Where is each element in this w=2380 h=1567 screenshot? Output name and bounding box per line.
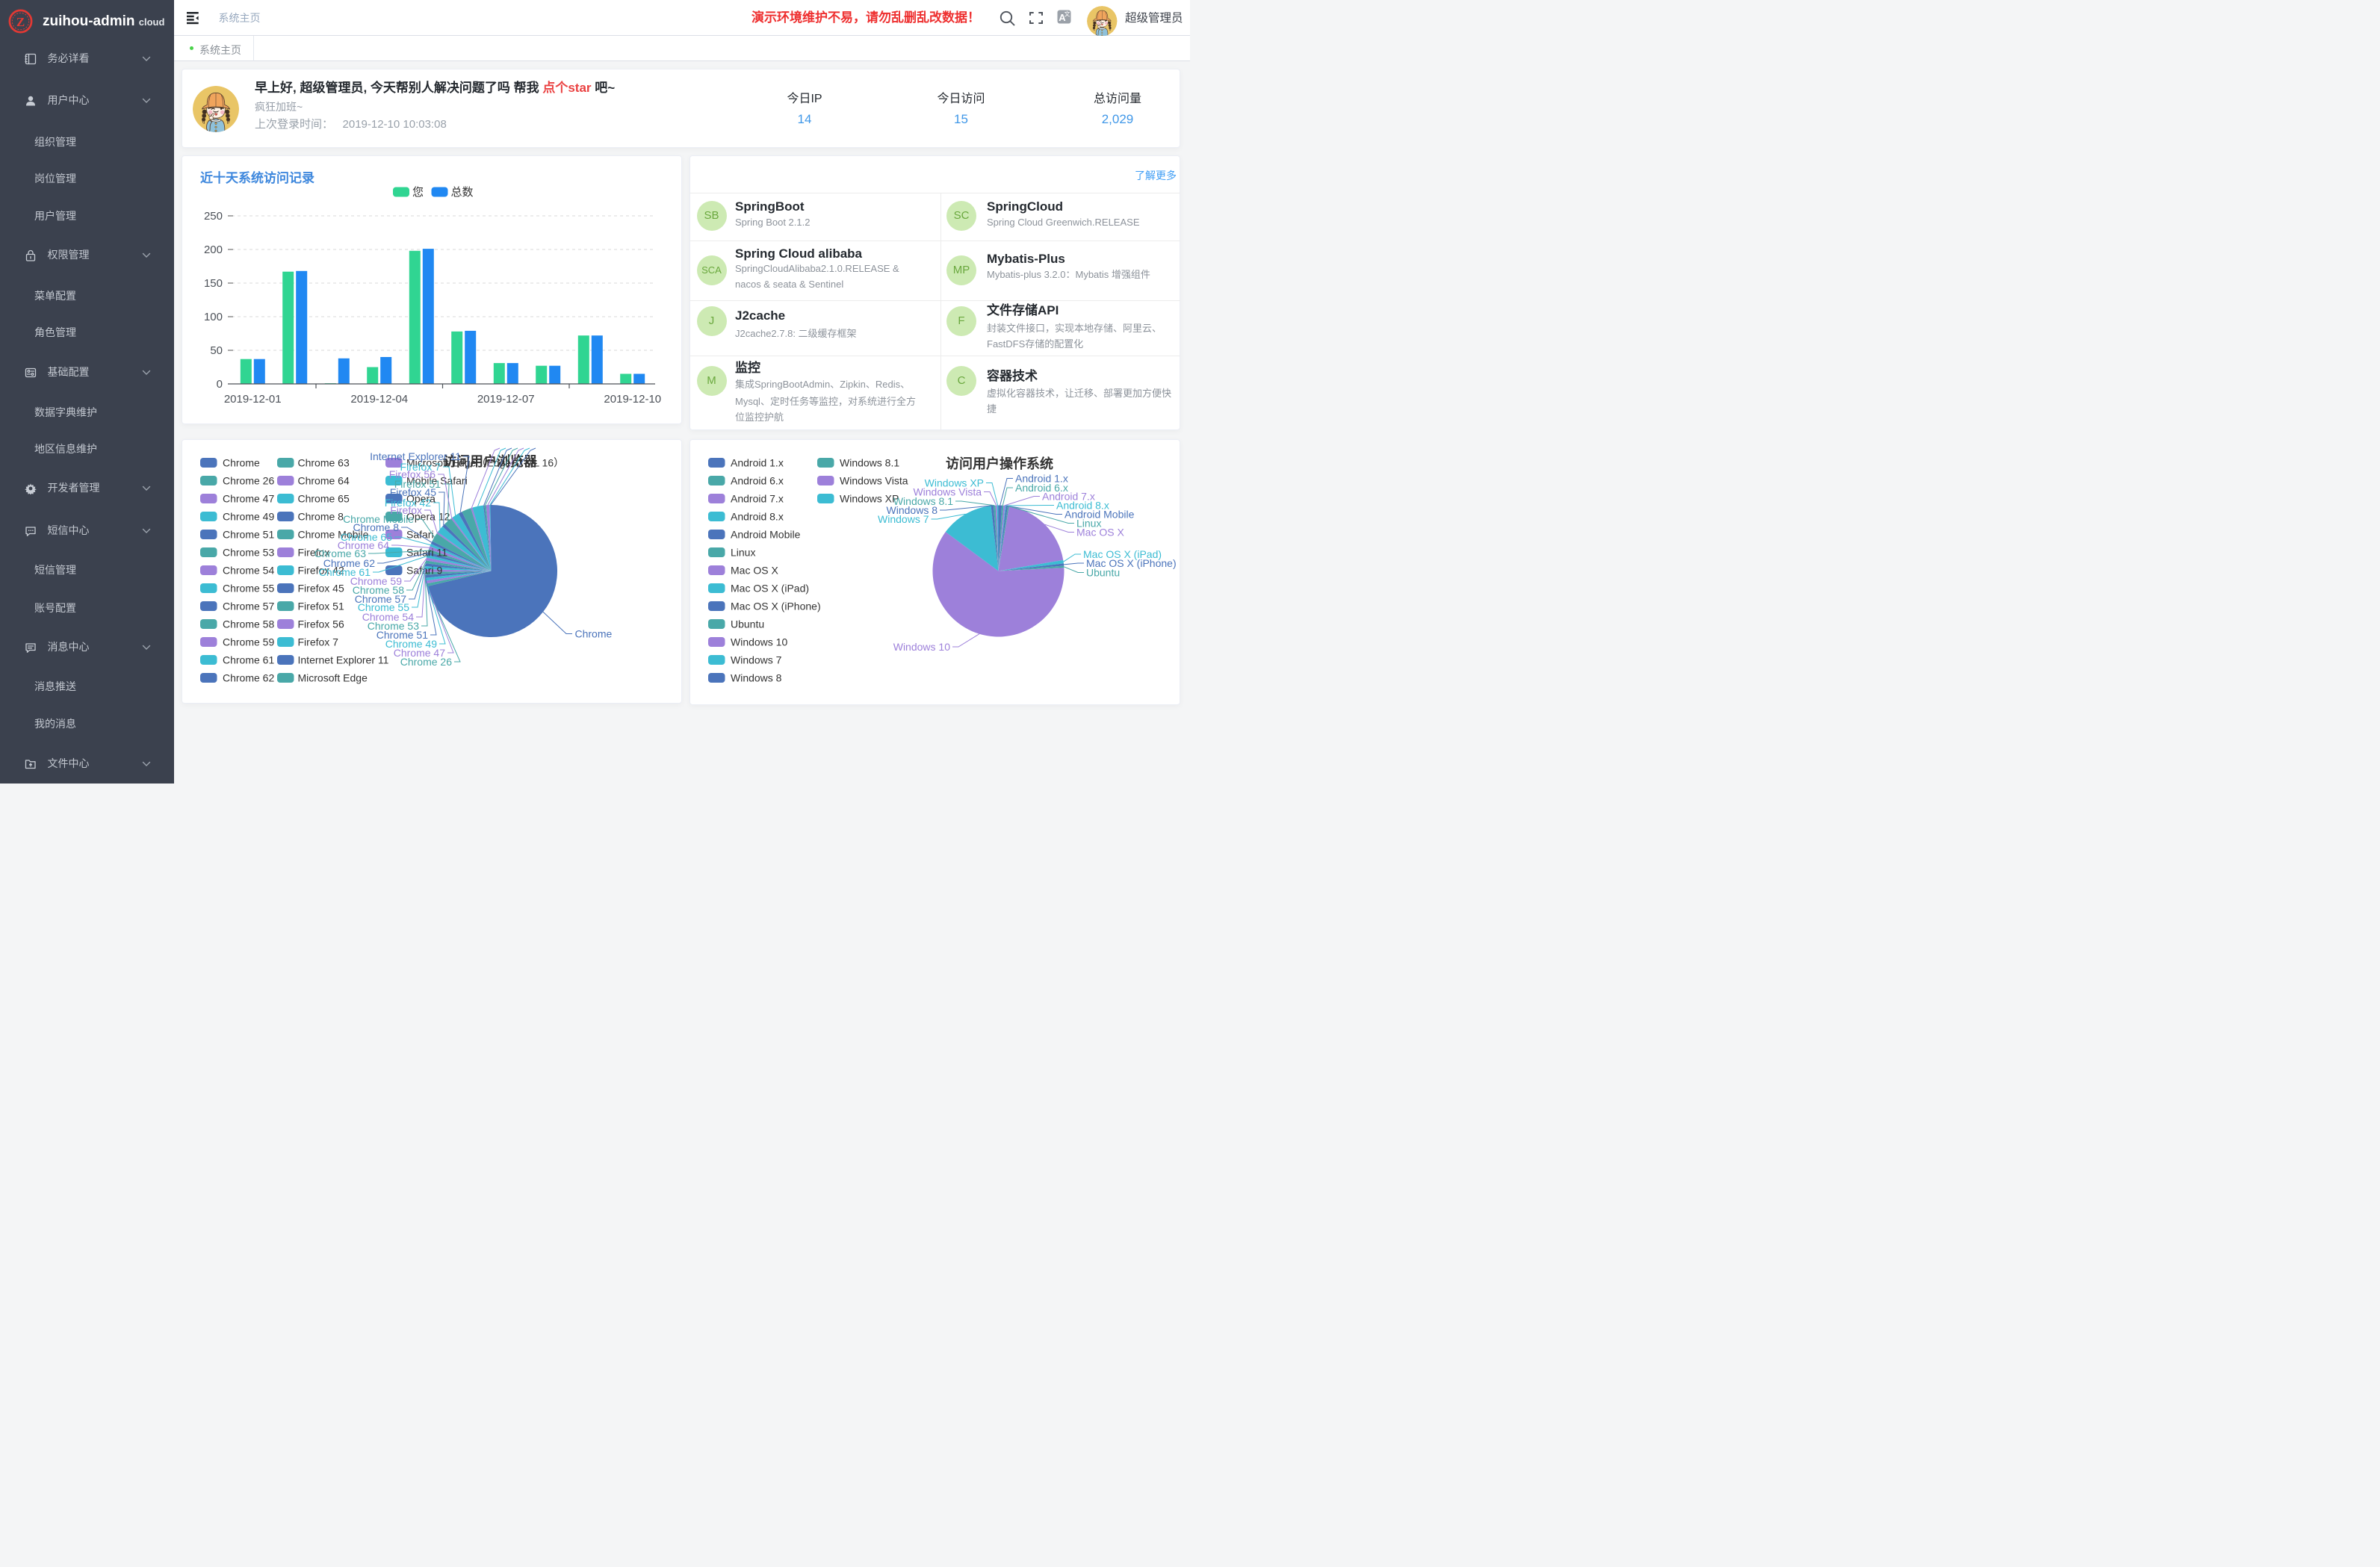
svg-text:Firefox 51: Firefox 51 bbox=[298, 601, 344, 612]
svg-text:200: 200 bbox=[204, 243, 223, 256]
svg-text:100: 100 bbox=[204, 311, 223, 323]
svg-text:Chrome 26: Chrome 26 bbox=[223, 475, 274, 487]
svg-text:50: 50 bbox=[210, 344, 223, 357]
svg-text:访问用户操作系统: 访问用户操作系统 bbox=[946, 456, 1053, 471]
svg-text:Android Mobile: Android Mobile bbox=[731, 529, 801, 541]
svg-text:Windows XP: Windows XP bbox=[840, 493, 899, 505]
svg-text:2019-12-10: 2019-12-10 bbox=[604, 393, 661, 406]
svg-text:Mac OS X (iPhone): Mac OS X (iPhone) bbox=[731, 601, 821, 612]
svg-text:Mac OS X: Mac OS X bbox=[1076, 527, 1124, 539]
svg-text:近十天系统访问记录: 近十天系统访问记录 bbox=[200, 170, 314, 185]
svg-text:Chrome 51: Chrome 51 bbox=[223, 529, 274, 541]
svg-text:文: 文 bbox=[1065, 10, 1070, 17]
svg-text:Z: Z bbox=[16, 15, 25, 29]
svg-text:Firefox 56: Firefox 56 bbox=[298, 618, 344, 630]
svg-text:Chrome 65: Chrome 65 bbox=[298, 493, 350, 505]
svg-text:Mac OS X: Mac OS X bbox=[731, 565, 778, 577]
svg-text:Windows 8.1: Windows 8.1 bbox=[840, 457, 899, 469]
svg-text:Chrome 57: Chrome 57 bbox=[223, 601, 274, 612]
svg-text:Ubuntu: Ubuntu bbox=[1086, 567, 1120, 579]
svg-text:Chrome 53: Chrome 53 bbox=[223, 547, 274, 559]
svg-text:Android 8.x: Android 8.x bbox=[731, 511, 784, 523]
svg-text:Windows Vista: Windows Vista bbox=[840, 475, 908, 487]
svg-text:Linux: Linux bbox=[731, 547, 755, 559]
svg-text:Chrome 59: Chrome 59 bbox=[223, 636, 274, 648]
svg-text:Windows 8: Windows 8 bbox=[731, 672, 782, 684]
svg-text:Windows 7: Windows 7 bbox=[878, 513, 929, 525]
svg-text:2019-12-01: 2019-12-01 bbox=[224, 393, 282, 406]
svg-text:Chrome 58: Chrome 58 bbox=[223, 618, 274, 630]
svg-text:Windows 10: Windows 10 bbox=[893, 641, 950, 653]
svg-text:Firefox 42: Firefox 42 bbox=[385, 497, 431, 509]
svg-text:Chrome 8: Chrome 8 bbox=[298, 511, 344, 523]
svg-text:Firefox 7: Firefox 7 bbox=[400, 461, 441, 473]
svg-text:Chrome 64: Chrome 64 bbox=[298, 475, 350, 487]
svg-text:Chrome 55: Chrome 55 bbox=[223, 583, 274, 595]
svg-text:Windows 10: Windows 10 bbox=[731, 636, 787, 648]
svg-text:Mac OS X (iPad): Mac OS X (iPad) bbox=[731, 583, 809, 595]
svg-text:Chrome: Chrome bbox=[575, 628, 613, 640]
svg-text:Firefox 45: Firefox 45 bbox=[298, 583, 344, 595]
svg-text:Chrome 54: Chrome 54 bbox=[223, 565, 274, 577]
svg-text:Android 6.x: Android 6.x bbox=[731, 475, 784, 487]
svg-text:150: 150 bbox=[204, 277, 223, 290]
svg-text:Chrome 62: Chrome 62 bbox=[223, 672, 274, 684]
svg-text:Chrome 63: Chrome 63 bbox=[298, 457, 350, 469]
svg-text:2019-12-07: 2019-12-07 bbox=[477, 393, 535, 406]
svg-text:Windows 7: Windows 7 bbox=[731, 654, 782, 666]
svg-text:Chrome: Chrome bbox=[223, 457, 260, 469]
svg-text:Android 7.x: Android 7.x bbox=[731, 493, 784, 505]
svg-text:Firefox 7: Firefox 7 bbox=[298, 636, 339, 648]
svg-text:Ubuntu: Ubuntu bbox=[731, 618, 764, 630]
svg-text:Chrome 47: Chrome 47 bbox=[223, 493, 274, 505]
svg-text:Chrome 61: Chrome 61 bbox=[223, 654, 274, 666]
svg-text:Internet Explorer 11: Internet Explorer 11 bbox=[370, 450, 461, 462]
svg-text:Chrome 49: Chrome 49 bbox=[223, 511, 274, 523]
svg-text:Microsoft Edge: Microsoft Edge bbox=[298, 672, 368, 684]
svg-text:Internet Explorer 11: Internet Explorer 11 bbox=[298, 654, 389, 666]
svg-text:2019-12-04: 2019-12-04 bbox=[350, 393, 408, 406]
svg-text:250: 250 bbox=[204, 210, 223, 223]
svg-text:您: 您 bbox=[412, 186, 424, 199]
svg-text:总数: 总数 bbox=[451, 186, 474, 199]
svg-text:Android 1.x: Android 1.x bbox=[731, 457, 784, 469]
svg-text:0: 0 bbox=[217, 378, 223, 391]
